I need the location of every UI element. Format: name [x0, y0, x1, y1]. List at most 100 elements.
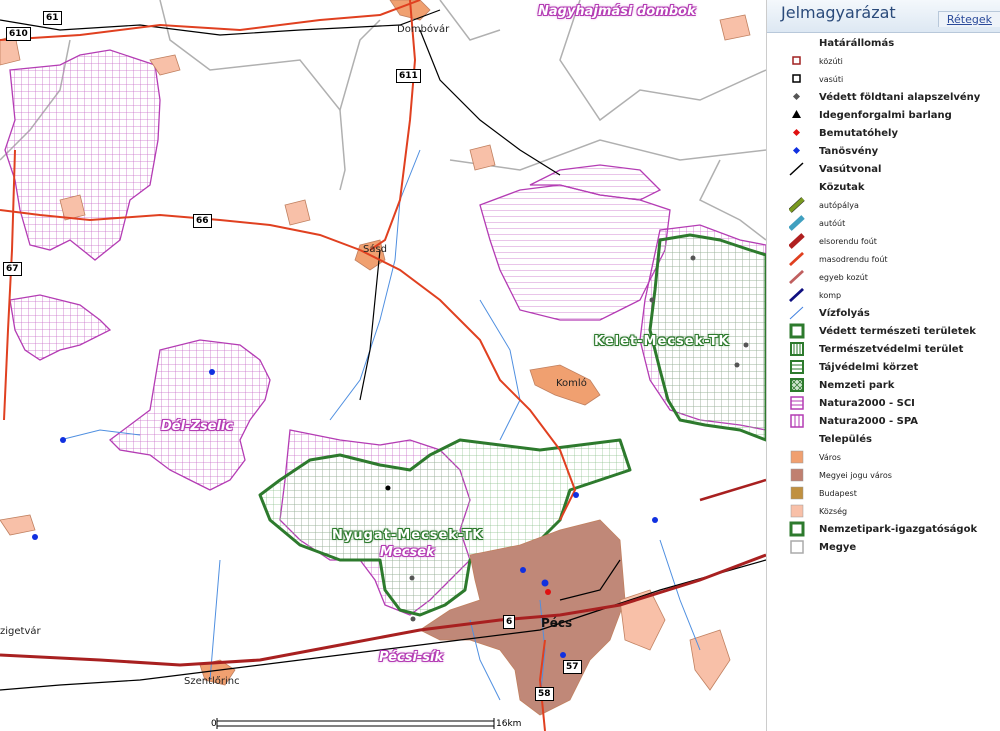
legend-label: autóút — [819, 218, 846, 228]
diamond-blue-icon — [767, 142, 819, 160]
scale-end-label: 16km — [496, 719, 522, 729]
legend-row: Bemutatóhely — [767, 124, 1000, 142]
road-shield-61: 61 — [43, 11, 62, 25]
legend-label: Megye — [819, 541, 857, 553]
legend-row: Natura2000 - SPA — [767, 412, 1000, 430]
legend-label: Község — [819, 506, 848, 516]
legend-label: Natura2000 - SCI — [819, 397, 915, 409]
road-shield-611: 611 — [396, 69, 421, 83]
legend-label: vasúti — [819, 74, 844, 84]
landscape-area-icon — [767, 358, 819, 376]
legend-row: komp — [767, 286, 1000, 304]
village-icon — [767, 502, 819, 520]
town-label-sasd[interactable]: Sásd — [363, 244, 387, 255]
map-graphics — [0, 0, 766, 731]
legend-row: Megyei jogu város — [767, 466, 1000, 484]
other-road-icon — [767, 268, 819, 286]
legend-label: masodrendu foút — [819, 254, 888, 264]
legend-row: közúti — [767, 52, 1000, 70]
town-label-pecs[interactable]: Pécs — [541, 616, 572, 630]
ferry-icon — [767, 286, 819, 304]
park-label-nyugat-mecsek: Nyugat-Mecsek-TK — [332, 528, 484, 543]
legend-row: vasúti — [767, 70, 1000, 88]
expressway-icon — [767, 214, 819, 232]
legend-label: autópálya — [819, 200, 859, 210]
legend-row: Natura2000 - SCI — [767, 394, 1000, 412]
legend-label: Védett földtani alapszelvény — [819, 91, 981, 103]
road-shield-67: 67 — [3, 262, 22, 276]
legend-row: Település — [767, 430, 1000, 448]
legend-row: Tanösvény — [767, 142, 1000, 160]
legend-label: Határállomás — [819, 37, 895, 49]
legend-row: masodrendu foút — [767, 250, 1000, 268]
legend-row: Vasútvonal — [767, 160, 1000, 178]
national-park-icon — [767, 376, 819, 394]
town-label-dombovar[interactable]: Dombóvár — [397, 24, 449, 35]
legend-label: Tanösvény — [819, 145, 879, 157]
legend-header: Jelmagyarázat Rétegek — [767, 0, 1000, 33]
legend-label: Nemzetipark-igazgatóságok — [819, 523, 978, 535]
region-label-pecsi-sik: Pécsi-sík — [379, 650, 444, 665]
legend-row: autópálya — [767, 196, 1000, 214]
legend-row: Nemzeti park — [767, 376, 1000, 394]
legend-label: Megyei jogu város — [819, 470, 892, 480]
region-label-mecsek: Mecsek — [380, 545, 435, 560]
legend-row: autóút — [767, 214, 1000, 232]
legend-row: Nemzetipark-igazgatóságok — [767, 520, 1000, 538]
protected-area-icon — [767, 322, 819, 340]
motorway-icon — [767, 196, 819, 214]
legend-label: egyeb kozút — [819, 272, 868, 282]
triangle-icon — [767, 106, 819, 124]
town-label-szigetvar[interactable]: zigetvár — [0, 626, 41, 637]
legend-title: Jelmagyarázat — [781, 3, 896, 22]
stream-icon — [767, 304, 819, 322]
budapest-icon — [767, 484, 819, 502]
legend-label: Védett természeti területek — [819, 325, 976, 337]
road-shield-58: 58 — [535, 687, 554, 701]
legend-list: Határállomás közúti vasúti Védett földtani … — [767, 34, 1000, 556]
legend-row: Város — [767, 448, 1000, 466]
secondary-road-icon — [767, 250, 819, 268]
legend-label: Város — [819, 452, 841, 462]
scale-start-label: 0 — [211, 719, 217, 729]
legend-label: Település — [819, 433, 872, 445]
legend-row: Határállomás — [767, 34, 1000, 52]
layers-tab[interactable]: Rétegek — [937, 11, 1000, 27]
legend-row: Megye — [767, 538, 1000, 556]
road-shield-57: 57 — [563, 660, 582, 674]
nature-reserve-icon — [767, 340, 819, 358]
region-label-nagyhajmasi: Nagyhajmási dombok — [538, 4, 696, 19]
legend-row: Védett földtani alapszelvény — [767, 88, 1000, 106]
diamond-gray-icon — [767, 88, 819, 106]
legend-row: Budapest — [767, 484, 1000, 502]
legend-label: Nemzeti park — [819, 379, 895, 391]
road-shield-610: 610 — [6, 27, 31, 41]
map-canvas[interactable]: Dombóvár Sásd Komló Pécs Szentlőrinc zig… — [0, 0, 766, 731]
legend-row: Közutak — [767, 178, 1000, 196]
legend-row: egyeb kozút — [767, 268, 1000, 286]
square-black-icon — [767, 70, 819, 88]
legend-label: Natura2000 - SPA — [819, 415, 918, 427]
legend-row: elsorendu foút — [767, 232, 1000, 250]
legend-label: Vízfolyás — [819, 307, 870, 319]
legend-label: Közutak — [819, 181, 865, 193]
legend-label: Bemutatóhely — [819, 127, 898, 139]
road-shield-66: 66 — [193, 214, 212, 228]
town-label-szentlorinc[interactable]: Szentlőrinc — [184, 676, 240, 687]
town-label-komlo[interactable]: Komló — [556, 378, 587, 389]
legend-label: közúti — [819, 56, 843, 66]
diamond-red-icon — [767, 124, 819, 142]
road-shield-6: 6 — [503, 615, 516, 629]
legend-label: Vasútvonal — [819, 163, 882, 175]
legend-label: Idegenforgalmi barlang — [819, 109, 952, 121]
legend-panel: Jelmagyarázat Rétegek Határállomás közúti… — [766, 0, 1000, 731]
scale-bar — [216, 718, 495, 729]
legend-label: Természetvédelmi terület — [819, 343, 964, 355]
legend-row: Védett természeti területek — [767, 322, 1000, 340]
legend-label: elsorendu foút — [819, 236, 877, 246]
county-icon — [767, 538, 819, 556]
primary-road-icon — [767, 232, 819, 250]
natura-spa-icon — [767, 412, 819, 430]
legend-row: Tájvédelmi körzet — [767, 358, 1000, 376]
county-city-icon — [767, 466, 819, 484]
